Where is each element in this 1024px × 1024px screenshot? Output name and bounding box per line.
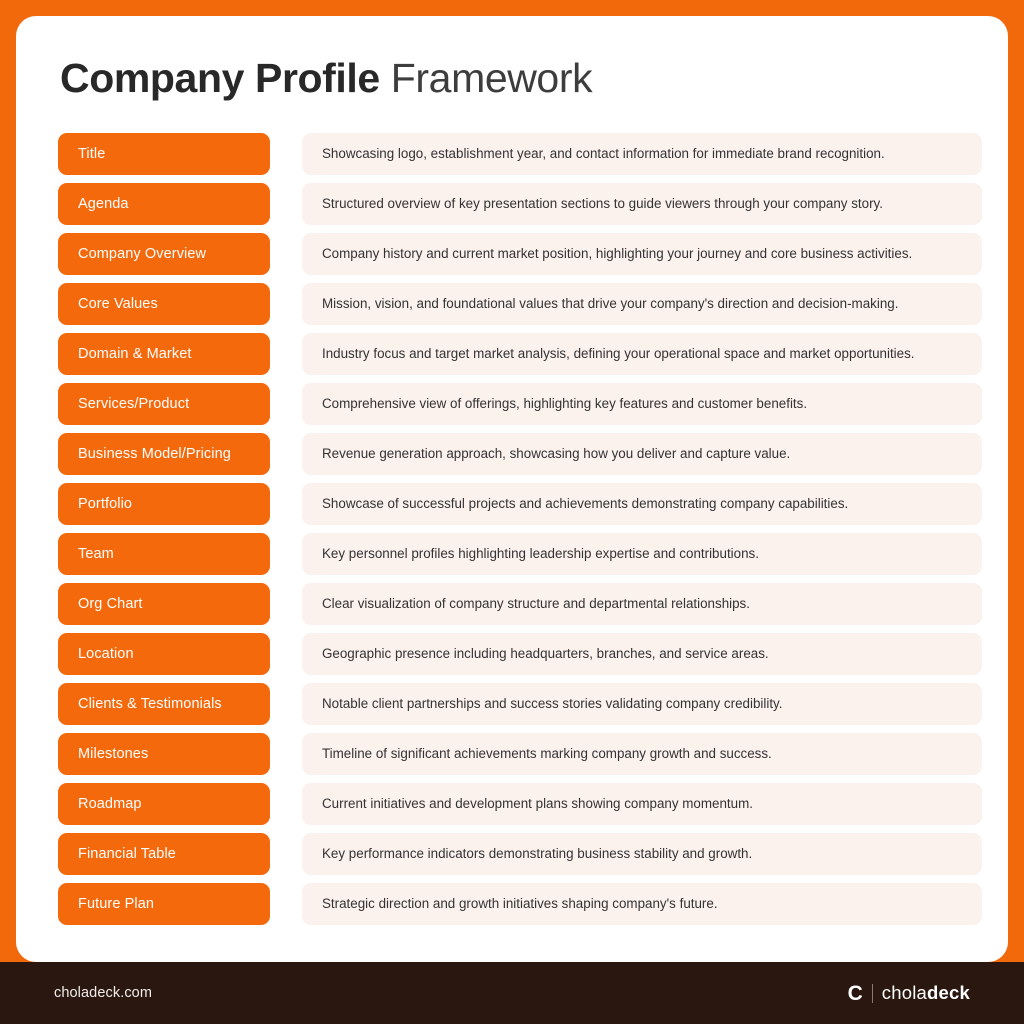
- section-pill-label: Milestones: [78, 746, 149, 762]
- logo-word-light: chola: [881, 981, 928, 1003]
- section-pill[interactable]: Domain & Market: [58, 333, 270, 375]
- section-description-card: Showcase of successful projects and achi…: [302, 483, 982, 525]
- framework-row: Portfolio Showcase of successful projects…: [58, 483, 990, 525]
- logo-c-icon: C: [847, 981, 863, 1005]
- section-pill[interactable]: Title: [58, 133, 270, 175]
- section-pill-label: Company Overview: [78, 246, 207, 262]
- section-pill[interactable]: Agenda: [58, 183, 270, 225]
- section-description-card: Geographic presence including headquarte…: [302, 633, 982, 675]
- orange-frame: Company Profile Framework Title Showcasin…: [0, 0, 1024, 1024]
- title-light: Framework: [379, 55, 593, 101]
- section-description-card: Showcasing logo, establishment year, and…: [302, 133, 982, 175]
- section-pill-label: Financial Table: [78, 846, 176, 862]
- section-description-text: Company history and current market posit…: [322, 246, 913, 262]
- section-pill-label: Org Chart: [78, 596, 143, 612]
- section-pill[interactable]: Company Overview: [58, 233, 270, 275]
- section-pill[interactable]: Portfolio: [58, 483, 270, 525]
- section-pill[interactable]: Org Chart: [58, 583, 270, 625]
- section-pill[interactable]: Business Model/Pricing: [58, 433, 270, 475]
- section-pill-label: Roadmap: [78, 796, 142, 812]
- section-pill-label: Domain & Market: [78, 346, 192, 362]
- section-description-text: Industry focus and target market analysi…: [322, 346, 915, 362]
- logo-word-bold: deck: [927, 981, 970, 1003]
- section-description-card: Company history and current market posit…: [302, 233, 982, 275]
- section-description-text: Structured overview of key presentation …: [322, 196, 883, 212]
- framework-row: Core Values Mission, vision, and foundati…: [58, 283, 990, 325]
- framework-row: Roadmap Current initiatives and developme…: [58, 783, 990, 825]
- framework-row: Financial Table Key performance indicator…: [58, 833, 990, 875]
- title-strong: Company Profile: [60, 55, 380, 101]
- section-description-text: Mission, vision, and foundational values…: [322, 296, 899, 312]
- section-description-text: Geographic presence including headquarte…: [322, 646, 769, 662]
- framework-row: Company Overview Company history and curr…: [58, 233, 990, 275]
- section-description-card: Strategic direction and growth initiativ…: [302, 883, 982, 925]
- page-title: Company Profile Framework: [60, 54, 593, 102]
- section-description-card: Timeline of significant achievements mar…: [302, 733, 982, 775]
- section-pill-label: Title: [78, 146, 106, 162]
- framework-row: Title Showcasing logo, establishment year…: [58, 133, 990, 175]
- section-pill[interactable]: Milestones: [58, 733, 270, 775]
- logo-wordmark: choladeck: [881, 981, 970, 1003]
- section-pill-label: Business Model/Pricing: [78, 446, 231, 462]
- framework-section-list: Title Showcasing logo, establishment year…: [58, 133, 990, 925]
- logo-divider: [871, 983, 873, 1003]
- section-description-card: Notable client partnerships and success …: [302, 683, 982, 725]
- section-description-card: Comprehensive view of offerings, highlig…: [302, 383, 982, 425]
- section-pill[interactable]: Core Values: [58, 283, 270, 325]
- section-pill[interactable]: Financial Table: [58, 833, 270, 875]
- section-pill-label: Team: [78, 546, 114, 562]
- section-description-card: Key performance indicators demonstrating…: [302, 833, 982, 875]
- footer-website-url: choladeck.com: [54, 985, 153, 1001]
- framework-row: Clients & Testimonials Notable client par…: [58, 683, 990, 725]
- section-pill-label: Agenda: [78, 196, 129, 212]
- section-pill[interactable]: Team: [58, 533, 270, 575]
- section-pill[interactable]: Clients & Testimonials: [58, 683, 270, 725]
- section-description-text: Current initiatives and development plan…: [322, 796, 753, 812]
- framework-row: Location Geographic presence including he…: [58, 633, 990, 675]
- framework-row: Team Key personnel profiles highlighting …: [58, 533, 990, 575]
- section-pill[interactable]: Location: [58, 633, 270, 675]
- section-description-card: Mission, vision, and foundational values…: [302, 283, 982, 325]
- section-description-card: Key personnel profiles highlighting lead…: [302, 533, 982, 575]
- framework-row: Future Plan Strategic direction and growt…: [58, 883, 990, 925]
- section-description-text: Showcasing logo, establishment year, and…: [322, 146, 885, 162]
- framework-row: Org Chart Clear visualization of company …: [58, 583, 990, 625]
- section-pill[interactable]: Future Plan: [58, 883, 270, 925]
- section-pill-label: Portfolio: [78, 496, 133, 512]
- section-description-text: Clear visualization of company structure…: [322, 596, 750, 612]
- framework-row: Milestones Timeline of significant achiev…: [58, 733, 990, 775]
- section-pill-label: Core Values: [78, 296, 158, 312]
- section-description-text: Showcase of successful projects and achi…: [322, 496, 849, 512]
- section-pill-label: Future Plan: [78, 896, 155, 912]
- section-description-text: Comprehensive view of offerings, highlig…: [322, 396, 808, 412]
- content-card: Company Profile Framework Title Showcasin…: [16, 16, 1008, 962]
- brand-logo: C choladeck: [848, 983, 970, 1004]
- section-description-text: Strategic direction and growth initiativ…: [322, 896, 718, 912]
- section-pill-label: Clients & Testimonials: [78, 696, 222, 712]
- section-pill[interactable]: Services/Product: [58, 383, 270, 425]
- section-description-card: Revenue generation approach, showcasing …: [302, 433, 982, 475]
- section-description-card: Industry focus and target market analysi…: [302, 333, 982, 375]
- framework-row: Services/Product Comprehensive view of of…: [58, 383, 990, 425]
- section-description-card: Structured overview of key presentation …: [302, 183, 982, 225]
- section-description-card: Clear visualization of company structure…: [302, 583, 982, 625]
- section-description-text: Timeline of significant achievements mar…: [322, 746, 772, 762]
- section-description-text: Key personnel profiles highlighting lead…: [322, 546, 759, 562]
- framework-row: Agenda Structured overview of key present…: [58, 183, 990, 225]
- section-description-card: Current initiatives and development plan…: [302, 783, 982, 825]
- framework-row: Business Model/Pricing Revenue generation…: [58, 433, 990, 475]
- section-description-text: Notable client partnerships and success …: [322, 696, 783, 712]
- section-pill-label: Location: [78, 646, 134, 662]
- footer-bar: choladeck.com C choladeck: [0, 962, 1024, 1024]
- section-pill-label: Services/Product: [78, 396, 190, 412]
- section-description-text: Revenue generation approach, showcasing …: [322, 446, 791, 462]
- section-description-text: Key performance indicators demonstrating…: [322, 846, 753, 862]
- framework-row: Domain & Market Industry focus and target…: [58, 333, 990, 375]
- section-pill[interactable]: Roadmap: [58, 783, 270, 825]
